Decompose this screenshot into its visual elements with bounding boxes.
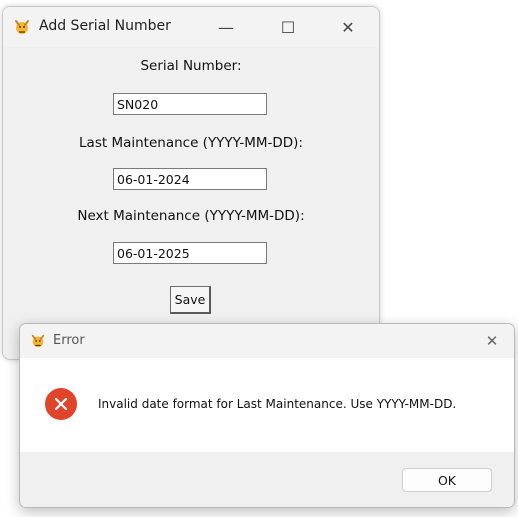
error-icon (45, 388, 77, 420)
error-body: Invalid date format for Last Maintenance… (20, 358, 514, 452)
app-icon (15, 20, 29, 34)
error-footer: OK (20, 452, 514, 507)
error-dialog: Error ✕ Invalid date format for Last Mai… (19, 323, 515, 508)
x-mark-icon (54, 397, 68, 411)
next-maintenance-label: Next Maintenance (YYYY-MM-DD): (77, 208, 305, 224)
save-button[interactable]: Save (170, 286, 211, 314)
close-icon[interactable]: ✕ (482, 331, 502, 351)
add-serial-number-window: Add Serial Number — ☐ ✕ Serial Number: L… (2, 6, 380, 360)
maximize-icon[interactable]: ☐ (265, 11, 311, 43)
app-icon (31, 334, 45, 348)
error-title-bar[interactable]: Error ✕ (20, 324, 514, 358)
next-maintenance-input[interactable] (113, 242, 267, 264)
window-title: Add Serial Number (39, 18, 171, 34)
serial-number-input[interactable] (113, 93, 267, 115)
ok-button[interactable]: OK (402, 468, 492, 492)
error-title: Error (53, 333, 85, 348)
error-message: Invalid date format for Last Maintenance… (98, 397, 457, 411)
serial-number-label: Serial Number: (140, 58, 242, 74)
desktop: Add Serial Number — ☐ ✕ Serial Number: L… (0, 0, 518, 517)
minimize-icon[interactable]: — (203, 11, 249, 43)
last-maintenance-label: Last Maintenance (YYYY-MM-DD): (79, 135, 303, 151)
last-maintenance-input[interactable] (113, 168, 267, 190)
title-bar[interactable]: Add Serial Number — ☐ ✕ (3, 7, 379, 47)
close-icon[interactable]: ✕ (325, 11, 371, 43)
